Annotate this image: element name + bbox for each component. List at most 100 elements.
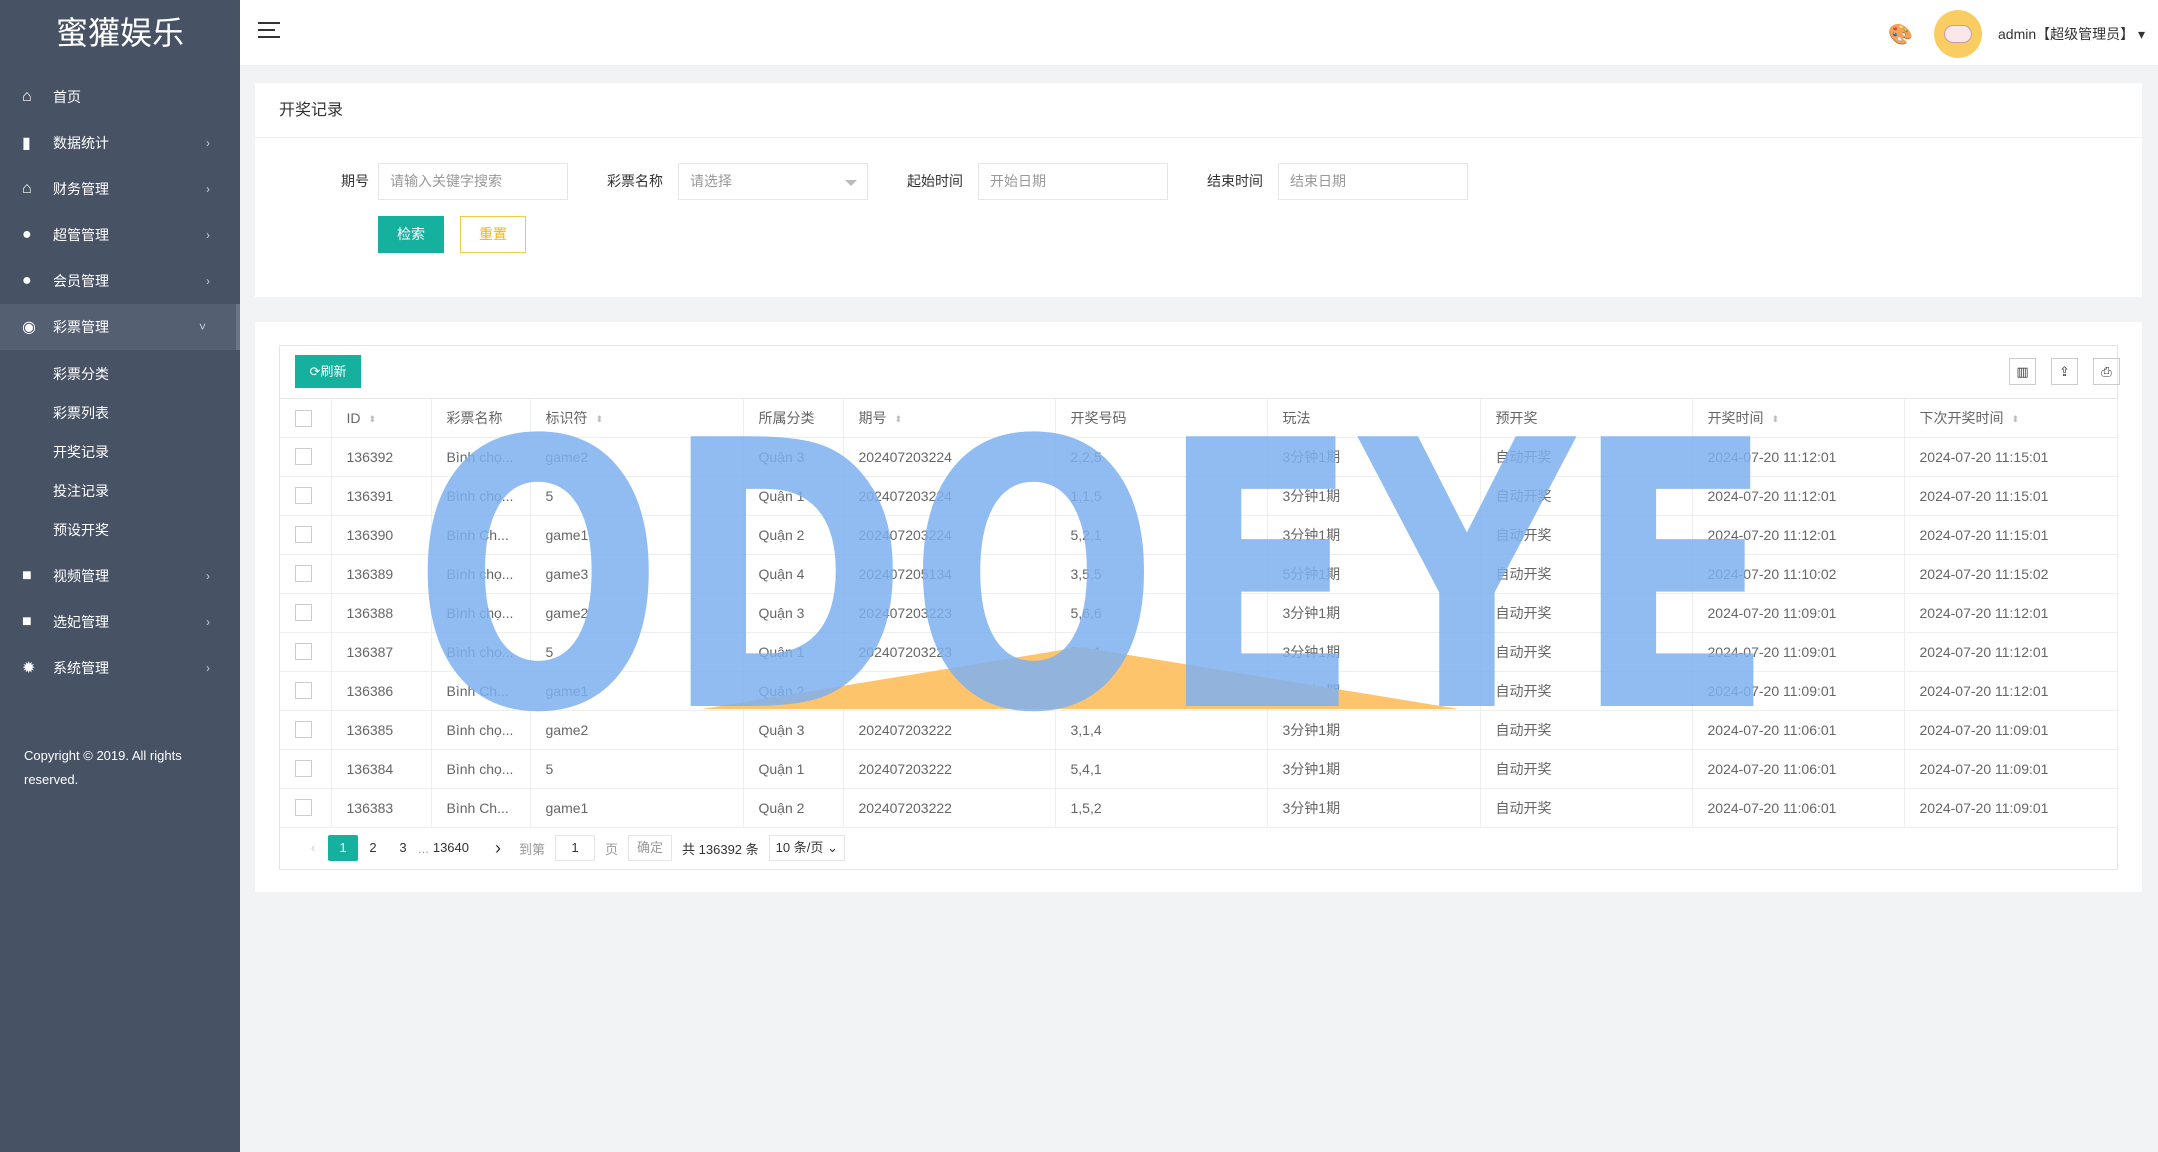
column-header: 开奖号码: [1055, 399, 1268, 438]
page-last[interactable]: 13640: [429, 835, 473, 861]
user-name: admin【超级管理员】: [1998, 26, 2135, 42]
row-checkbox[interactable]: [295, 565, 312, 583]
table-cell: 3分钟1期: [1267, 593, 1481, 633]
table-card: ⟳刷新 ▥ ⇪ ⎙ ID ⬍ 彩票名称 标识符 ⬍ 所属分类 期号 ⬍ 开奖号码 玩法 预开奖 开奖时…: [255, 322, 2142, 892]
sidebar-item[interactable]: ▮ 数据统计 ›: [0, 120, 240, 166]
sidebar-subitem[interactable]: 开奖记录: [0, 432, 240, 471]
sidebar: 蜜獾娱乐 ⌂ 首页 ▮ 数据统计 › ⌂ 财务管理 › ● 超管管理 › ● 会员管理 › ◉ 彩票管理 ˅ 彩票…: [0, 0, 240, 1152]
row-checkbox[interactable]: [295, 487, 312, 505]
sidebar-item[interactable]: ■ 选妃管理 ›: [0, 599, 240, 645]
row-checkbox[interactable]: [295, 604, 312, 622]
chevron-icon: ›: [206, 274, 210, 288]
print-icon[interactable]: ⎙: [2093, 358, 2120, 385]
end-time-label: 结束时间: [1207, 173, 1263, 189]
bank-icon: ⌂: [22, 180, 32, 197]
table-cell: 136385: [331, 710, 432, 750]
table-cell: 3分钟1期: [1267, 632, 1481, 672]
select-all-checkbox[interactable]: [295, 409, 312, 427]
table-cell: 自动开奖: [1480, 593, 1693, 633]
period-label: 期号: [341, 173, 369, 189]
table-cell: Quận 4: [743, 554, 844, 594]
page-3[interactable]: 3: [388, 835, 418, 861]
table-row: 136388 Bình chọ... game2 Quận 3 202407203223…: [280, 593, 2118, 633]
sidebar-subitem[interactable]: 投注记录: [0, 471, 240, 510]
table-cell: 202407203223: [843, 593, 1056, 633]
row-checkbox-cell: [280, 476, 332, 516]
sidebar-subitem[interactable]: 预设开奖: [0, 510, 240, 549]
column-label: 预开奖: [1495, 409, 1538, 426]
user-menu[interactable]: admin【超级管理员】 ▾: [1998, 24, 2145, 44]
sidebar-item[interactable]: ⌂ 财务管理 ›: [0, 166, 240, 212]
column-header[interactable]: 下次开奖时间 ⬍: [1904, 399, 2118, 438]
page-1[interactable]: 1: [328, 835, 358, 861]
end-date-input[interactable]: 结束日期: [1278, 163, 1468, 200]
row-checkbox[interactable]: [295, 721, 312, 739]
refresh-button[interactable]: ⟳刷新: [295, 355, 361, 388]
table-cell: Quận 1: [743, 476, 844, 516]
column-header[interactable]: 开奖时间 ⬍: [1692, 399, 1905, 438]
table-cell: Bình chọ...: [431, 593, 531, 633]
search-button[interactable]: 检索: [378, 216, 444, 253]
table-cell: 5,4,1: [1055, 749, 1268, 789]
sidebar-item[interactable]: ◉ 彩票管理 ˅: [0, 304, 240, 350]
logo: 蜜獾娱乐: [55, 15, 184, 51]
column-label: 玩法: [1282, 409, 1311, 426]
sidebar-subitem[interactable]: 彩票列表: [0, 393, 240, 432]
page-size-select[interactable]: 10 条/页 ⌄: [768, 835, 845, 861]
chevron-icon: ›: [206, 615, 210, 629]
table-cell: 2024-07-20 11:09:01: [1692, 671, 1905, 711]
data-table: ⟳刷新 ▥ ⇪ ⎙ ID ⬍ 彩票名称 标识符 ⬍ 所属分类 期号 ⬍ 开奖号码 玩法 预开奖 开奖时…: [279, 345, 2120, 870]
table-cell: 5分钟1期: [1267, 554, 1481, 594]
sort-icon[interactable]: ⬍: [369, 414, 376, 424]
theme-palette-icon[interactable]: 🎨: [1888, 22, 1913, 47]
sort-icon[interactable]: ⬍: [596, 414, 603, 424]
row-checkbox[interactable]: [295, 448, 312, 466]
table-cell: 自动开奖: [1480, 476, 1693, 516]
table-cell: 5,6,6: [1055, 593, 1268, 633]
columns-icon[interactable]: ▥: [2009, 358, 2036, 385]
table-row: 136390 Bình Ch... game1 Quận 2 202407203224 5…: [280, 515, 2118, 555]
select-placeholder: 请选择: [690, 173, 732, 189]
row-checkbox[interactable]: [295, 643, 312, 661]
row-checkbox[interactable]: [295, 682, 312, 700]
next-page-button[interactable]: ›: [483, 835, 513, 861]
column-header[interactable]: 期号 ⬍: [843, 399, 1056, 438]
menu-toggle-icon[interactable]: [258, 22, 280, 40]
table-toolbar: ⟳刷新 ▥ ⇪ ⎙: [280, 346, 2120, 399]
sort-icon[interactable]: ⬍: [895, 414, 902, 424]
sidebar-item[interactable]: ✹ 系统管理 ›: [0, 645, 240, 691]
row-checkbox[interactable]: [295, 526, 312, 544]
sort-icon[interactable]: ⬍: [1772, 414, 1779, 424]
table-cell: 自动开奖: [1480, 671, 1693, 711]
chevron-icon: ˅: [198, 320, 206, 334]
sidebar-item-label: 首页: [53, 89, 81, 105]
row-checkbox[interactable]: [295, 799, 312, 817]
sidebar-item[interactable]: ⌂ 首页: [0, 74, 240, 120]
goto-page-input[interactable]: 1: [555, 835, 596, 861]
period-input[interactable]: 请输入关键字搜索: [378, 163, 568, 200]
table-cell: 202407203224: [843, 515, 1056, 555]
lottery-name-select[interactable]: 请选择: [678, 163, 868, 200]
prev-page-button[interactable]: ‹: [298, 835, 328, 861]
sidebar-item[interactable]: ● 超管管理 ›: [0, 212, 240, 258]
start-date-input[interactable]: 开始日期: [978, 163, 1168, 200]
sidebar-item[interactable]: ● 会员管理 ›: [0, 258, 240, 304]
export-icon[interactable]: ⇪: [2051, 358, 2078, 385]
reset-button[interactable]: 重置: [460, 216, 526, 253]
table-cell: game1: [530, 788, 744, 828]
row-checkbox[interactable]: [295, 760, 312, 778]
table-cell: game2: [530, 593, 744, 633]
table-cell: Bình Ch...: [431, 671, 531, 711]
sort-icon[interactable]: ⬍: [2012, 414, 2019, 424]
column-label: ID: [346, 409, 361, 426]
sidebar-subitem[interactable]: 彩票分类: [0, 354, 240, 393]
goto-confirm-button[interactable]: 确定: [628, 835, 673, 861]
column-label: 所属分类: [758, 409, 815, 426]
avatar[interactable]: [1934, 10, 1982, 58]
column-header[interactable]: 标识符 ⬍: [530, 399, 744, 438]
column-header[interactable]: ID ⬍: [331, 399, 432, 438]
page-2[interactable]: 2: [358, 835, 388, 861]
table-cell: 自动开奖: [1480, 749, 1693, 789]
column-label: 彩票名称: [446, 409, 503, 426]
sidebar-item[interactable]: ■ 视频管理 ›: [0, 553, 240, 599]
